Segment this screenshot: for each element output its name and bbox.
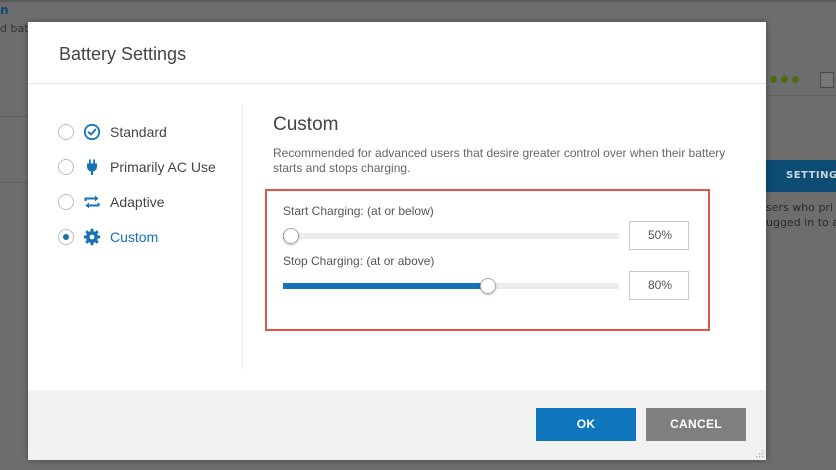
title-divider [28,83,766,84]
charge-mode-list: Standard Primarily AC Use Adaptive Custo… [58,114,238,254]
background-checkbox [820,72,834,88]
background-text: sers who pri ugged in to a [766,200,836,230]
ok-button[interactable]: OK [536,408,636,441]
mode-option-primarily-ac[interactable]: Primarily AC Use [58,149,238,184]
mode-label-primarily-ac: Primarily AC Use [110,158,216,175]
radio-standard[interactable] [58,123,74,140]
stop-charging-fill [283,283,488,289]
plug-icon [82,157,102,177]
vertical-divider [242,104,243,369]
mode-label-standard: Standard [110,123,167,140]
background-divider [0,116,30,117]
mode-option-custom[interactable]: Custom [58,219,238,254]
radio-adaptive[interactable] [58,193,74,210]
start-charging-value[interactable]: 50% [629,221,689,250]
stop-charging-slider[interactable] [283,278,619,294]
gear-icon [82,227,102,247]
start-charging-group: Start Charging: (at or below) [283,204,434,218]
background-left-title: n [0,3,9,17]
stop-charging-thumb[interactable] [479,278,496,294]
mode-option-standard[interactable]: Standard [58,114,238,149]
stop-charging-group: Stop Charging: (at or above) [283,254,434,268]
background-text-line: sers who pri [766,201,834,214]
custom-title: Custom [273,114,339,135]
radio-custom[interactable] [58,228,74,245]
custom-description: Recommended for advanced users that desi… [273,146,726,175]
start-charging-slider[interactable] [283,228,619,244]
background-status-dots [770,76,799,83]
mode-label-custom: Custom [110,228,159,245]
check-circle-icon [82,122,102,142]
swap-arrows-icon [82,192,102,212]
background-left-subtitle: d bat [0,22,29,35]
mode-label-adaptive: Adaptive [110,193,165,210]
stop-charging-label: Stop Charging: (at or above) [283,254,435,268]
mode-option-adaptive[interactable]: Adaptive [58,184,238,219]
background-text-line: ugged in to a [766,216,836,229]
start-charging-label: Start Charging: (at or below) [283,204,434,218]
dialog-title: Battery Settings [59,44,187,64]
background-divider [766,95,836,96]
cancel-button[interactable]: CANCEL [646,408,746,441]
battery-settings-dialog: Battery Settings Standard Primarily AC U… [28,22,766,460]
start-charging-thumb[interactable] [283,228,299,244]
resize-grip-icon[interactable] [756,450,764,458]
stop-charging-value[interactable]: 80% [629,271,689,300]
background-top-strip [0,0,836,2]
background-settings-button: SETTINGS [766,160,836,192]
radio-primarily-ac[interactable] [58,158,74,175]
custom-panel: Custom Recommended for advanced users th… [273,114,733,176]
background-divider [0,182,30,183]
dialog-footer: OK CANCEL [28,390,766,460]
